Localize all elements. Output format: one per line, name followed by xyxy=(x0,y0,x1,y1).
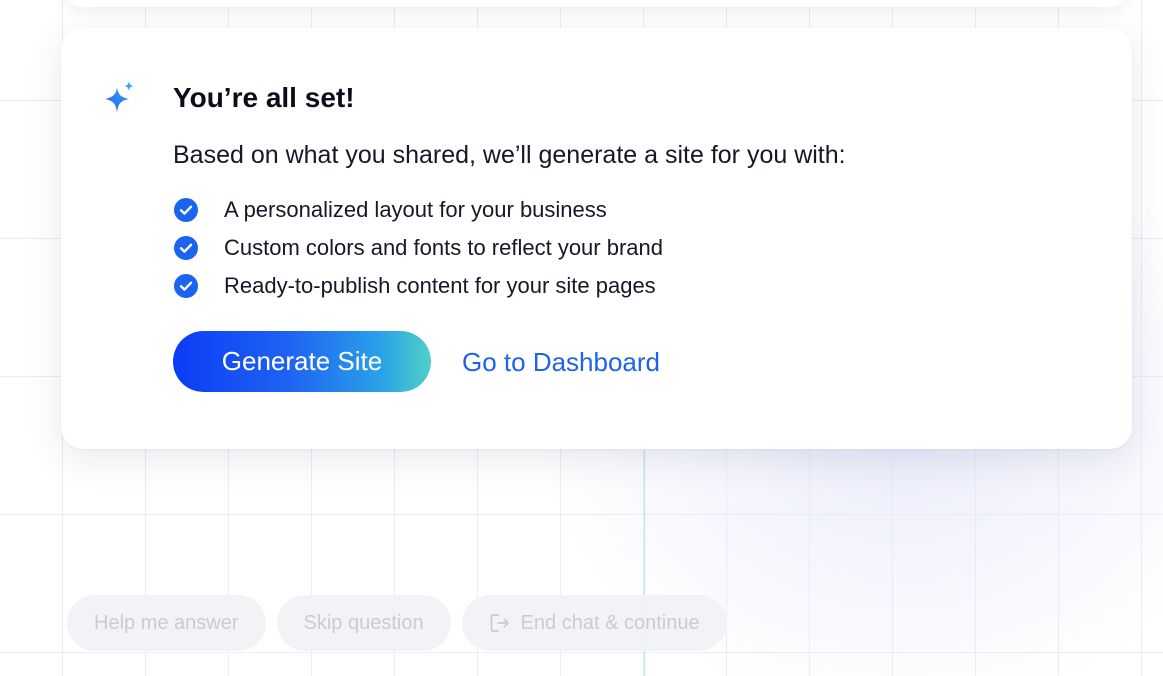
check-circle-icon xyxy=(174,274,198,298)
chat-actions: Help me answer Skip question End chat & … xyxy=(67,595,727,651)
card-title: You’re all set! xyxy=(173,82,355,113)
help-label: Help me answer xyxy=(94,611,239,634)
feature-list: A personalized layout for your business … xyxy=(173,191,663,305)
feature-label: Custom colors and fonts to reflect your … xyxy=(224,235,663,260)
feature-label: A personalized layout for your business xyxy=(224,197,607,222)
help-me-answer-button[interactable]: Help me answer xyxy=(67,595,266,651)
completion-card: You’re all set! Based on what you shared… xyxy=(61,28,1132,449)
go-to-dashboard-link[interactable]: Go to Dashboard xyxy=(462,344,660,380)
generate-site-button[interactable]: Generate Site xyxy=(173,331,431,392)
exit-icon xyxy=(490,614,509,632)
feature-item: A personalized layout for your business xyxy=(173,191,663,229)
sparkle-icon xyxy=(105,81,134,113)
card-subtitle: Based on what you shared, we’ll generate… xyxy=(173,141,846,169)
check-circle-icon xyxy=(174,198,198,222)
skip-label: Skip question xyxy=(303,611,424,634)
end-chat-button[interactable]: End chat & continue xyxy=(461,595,727,651)
previous-message-card xyxy=(62,0,1130,7)
check-circle-icon xyxy=(174,236,198,260)
feature-item: Ready-to-publish content for your site p… xyxy=(173,267,663,305)
skip-question-button[interactable]: Skip question xyxy=(276,595,451,651)
feature-item: Custom colors and fonts to reflect your … xyxy=(173,229,663,267)
end-label: End chat & continue xyxy=(520,611,700,634)
feature-label: Ready-to-publish content for your site p… xyxy=(224,273,656,298)
